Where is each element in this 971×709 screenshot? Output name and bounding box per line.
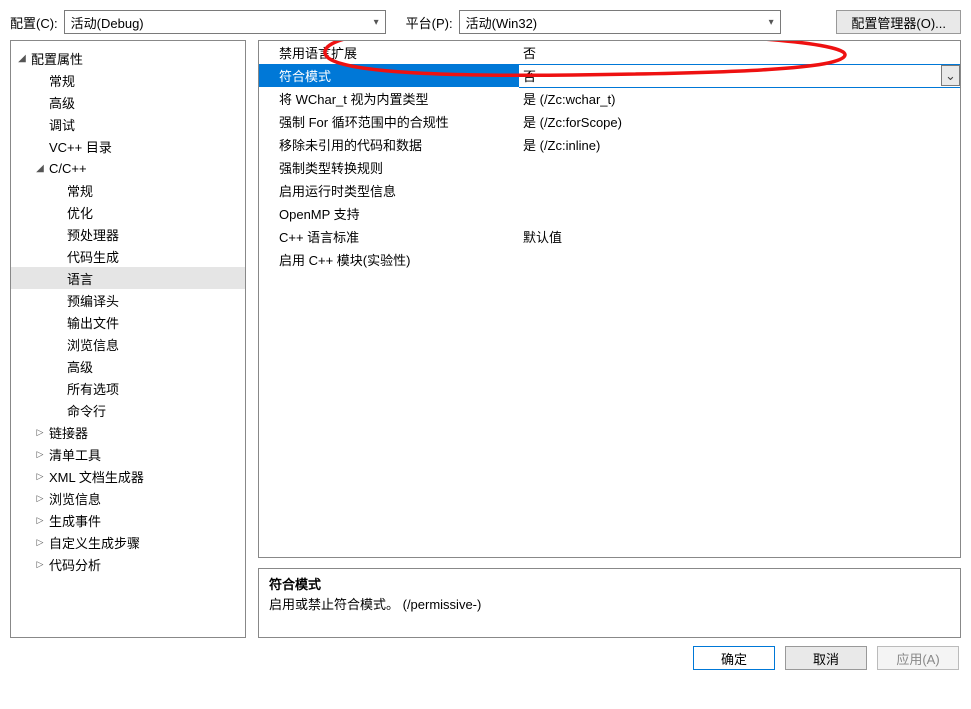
property-name: OpenMP 支持 (259, 202, 519, 225)
dropdown-button[interactable]: ⌄ (941, 65, 960, 86)
property-grid[interactable]: 禁用语言扩展否符合模式否将 WChar_t 视为内置类型是 (/Zc:wchar… (258, 40, 961, 558)
property-name: 移除未引用的代码和数据 (259, 133, 519, 156)
config-manager-button[interactable]: 配置管理器(O)... (836, 10, 961, 34)
tree-root[interactable]: ◢ 配置属性 (11, 47, 245, 69)
expand-collapse-icon[interactable]: ▷ (33, 493, 47, 504)
tree-item[interactable]: 优化 (11, 201, 245, 223)
tree-item[interactable]: VC++ 目录 (11, 135, 245, 157)
property-value[interactable] (519, 248, 960, 271)
property-value[interactable] (519, 179, 960, 202)
expand-collapse-icon[interactable]: ▷ (33, 515, 47, 526)
config-label: 配置(C): (10, 13, 58, 32)
property-value[interactable]: 是 (/Zc:wchar_t) (519, 87, 960, 110)
tree-item[interactable]: ▷浏览信息 (11, 487, 245, 509)
config-combo[interactable]: 活动(Debug) ▾ (64, 10, 386, 34)
property-name: 强制 For 循环范围中的合规性 (259, 110, 519, 133)
property-name: 将 WChar_t 视为内置类型 (259, 87, 519, 110)
platform-combo-value: 活动(Win32) (466, 13, 538, 32)
description-body: 启用或禁止符合模式。 (/permissive-) (269, 595, 950, 615)
expand-collapse-icon[interactable]: ▷ (33, 471, 47, 482)
tree-ccpp[interactable]: ◢ C/C++ (11, 157, 245, 179)
property-value[interactable] (519, 202, 960, 225)
property-row[interactable]: C++ 语言标准默认值 (259, 225, 960, 248)
property-row[interactable]: 启用运行时类型信息 (259, 179, 960, 202)
expand-collapse-icon[interactable]: ▷ (33, 427, 47, 438)
property-value[interactable]: 否 (519, 41, 960, 64)
property-row[interactable]: 启用 C++ 模块(实验性) (259, 248, 960, 271)
tree-item[interactable]: 语言 (11, 267, 245, 289)
tree-item[interactable]: 输出文件 (11, 311, 245, 333)
cancel-button[interactable]: 取消 (785, 646, 867, 670)
tree-item[interactable]: 浏览信息 (11, 333, 245, 355)
dialog-footer: 确定 取消 应用(A) (0, 638, 971, 670)
expand-collapse-icon[interactable]: ▷ (33, 449, 47, 460)
tree-item[interactable]: ▷自定义生成步骤 (11, 531, 245, 553)
chevron-down-icon: ⌄ (945, 68, 956, 84)
tree-item[interactable]: ▷XML 文档生成器 (11, 465, 245, 487)
property-name: 启用运行时类型信息 (259, 179, 519, 202)
property-value[interactable] (519, 156, 960, 179)
tree-item[interactable]: 常规 (11, 69, 245, 91)
property-value[interactable]: 否 (519, 64, 960, 87)
tree-item[interactable]: 代码生成 (11, 245, 245, 267)
property-name: C++ 语言标准 (259, 225, 519, 248)
tree-item[interactable]: ▷生成事件 (11, 509, 245, 531)
expand-collapse-icon[interactable]: ◢ (15, 53, 29, 64)
tree-item[interactable]: 常规 (11, 179, 245, 201)
property-row[interactable]: 移除未引用的代码和数据是 (/Zc:inline) (259, 133, 960, 156)
property-value[interactable]: 是 (/Zc:forScope) (519, 110, 960, 133)
property-value[interactable]: 默认值 (519, 225, 960, 248)
platform-combo[interactable]: 活动(Win32) ▾ (459, 10, 781, 34)
apply-button[interactable]: 应用(A) (877, 646, 959, 670)
property-row[interactable]: 强制类型转换规则 (259, 156, 960, 179)
description-title: 符合模式 (269, 575, 950, 595)
tree-item[interactable]: 预处理器 (11, 223, 245, 245)
tree-item[interactable]: 高级 (11, 91, 245, 113)
top-toolbar: 配置(C): 活动(Debug) ▾ 平台(P): 活动(Win32) ▾ 配置… (0, 0, 971, 40)
tree-item[interactable]: 命令行 (11, 399, 245, 421)
tree-item[interactable]: ▷链接器 (11, 421, 245, 443)
tree-item[interactable]: ▷代码分析 (11, 553, 245, 575)
expand-collapse-icon[interactable]: ▷ (33, 537, 47, 548)
property-name: 符合模式 (259, 64, 519, 87)
property-name: 禁用语言扩展 (259, 41, 519, 64)
nav-tree[interactable]: ◢ 配置属性 常规高级调试VC++ 目录 ◢ C/C++ 常规优化预处理器代码生… (10, 40, 246, 638)
chevron-down-icon: ▾ (769, 17, 774, 28)
property-row[interactable]: 强制 For 循环范围中的合规性是 (/Zc:forScope) (259, 110, 960, 133)
description-panel: 符合模式 启用或禁止符合模式。 (/permissive-) (258, 568, 961, 638)
property-row[interactable]: OpenMP 支持 (259, 202, 960, 225)
property-value[interactable]: 是 (/Zc:inline) (519, 133, 960, 156)
tree-item[interactable]: 预编译头 (11, 289, 245, 311)
tree-item[interactable]: 高级 (11, 355, 245, 377)
ok-button[interactable]: 确定 (693, 646, 775, 670)
expand-collapse-icon[interactable]: ▷ (33, 559, 47, 570)
property-name: 强制类型转换规则 (259, 156, 519, 179)
property-row[interactable]: 符合模式否 (259, 64, 960, 87)
tree-item[interactable]: ▷清单工具 (11, 443, 245, 465)
chevron-down-icon: ▾ (374, 17, 379, 28)
tree-item[interactable]: 所有选项 (11, 377, 245, 399)
tree-item[interactable]: 调试 (11, 113, 245, 135)
property-row[interactable]: 禁用语言扩展否 (259, 41, 960, 64)
expand-collapse-icon[interactable]: ◢ (33, 163, 47, 174)
platform-label: 平台(P): (406, 13, 453, 32)
property-name: 启用 C++ 模块(实验性) (259, 248, 519, 271)
property-row[interactable]: 将 WChar_t 视为内置类型是 (/Zc:wchar_t) (259, 87, 960, 110)
config-combo-value: 活动(Debug) (71, 13, 144, 32)
